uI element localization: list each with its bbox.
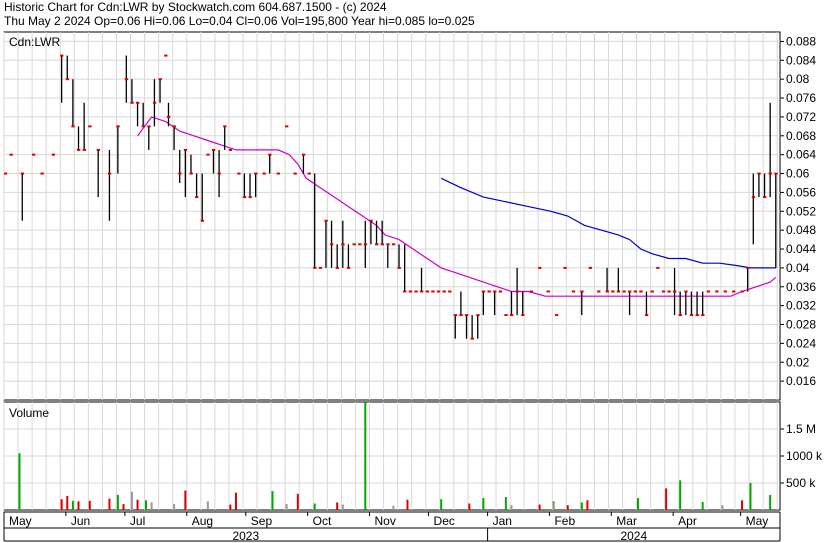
y-tick-label: 0.02	[786, 355, 810, 369]
volume-tick-label: 500 k	[786, 476, 816, 490]
x-tick-label: Mar	[616, 514, 637, 528]
x-tick-label: Jun	[71, 514, 90, 528]
x-tick-label: Aug	[192, 514, 213, 528]
y-tick-label: 0.036	[786, 280, 816, 294]
stock-chart: 0.088 0.084 0.08 0.076 0.072 0.068 0.064 0.06 0.…	[3, 31, 823, 543]
y-tick-label: 0.084	[786, 53, 816, 67]
x-tick-label: May	[746, 514, 769, 528]
volume-panel-title: Volume	[9, 406, 49, 420]
x-tick-label: Nov	[375, 514, 396, 528]
y-tick-label: 0.06	[786, 167, 810, 181]
price-panel-title: Cdn:LWR	[9, 35, 60, 49]
x-tick-label: Jul	[130, 514, 145, 528]
x-tick-label: Sep	[251, 514, 273, 528]
y-tick-label: 0.072	[786, 110, 816, 124]
y-tick-label: 0.04	[786, 261, 810, 275]
x-tick-label: Feb	[554, 514, 575, 528]
chart-window: Historic Chart for Cdn:LWR by Stockwatch…	[0, 0, 830, 543]
x-tick-label: Dec	[434, 514, 455, 528]
y-tick-label: 0.052	[786, 204, 816, 218]
x-tick-label: Apr	[678, 514, 697, 528]
price-panel-frame	[3, 31, 781, 401]
year-label: 2023	[232, 529, 259, 543]
y-tick-label: 0.068	[786, 129, 816, 143]
y-tick-label: 0.028	[786, 318, 816, 332]
y-tick-label: 0.044	[786, 242, 816, 256]
y-tick-label: 0.032	[786, 299, 816, 313]
volume-tick-label: 1000 k	[786, 449, 823, 463]
y-tick-label: 0.016	[786, 374, 816, 388]
x-tick-label: Oct	[313, 514, 332, 528]
y-tick-label: 0.048	[786, 223, 816, 237]
y-tick-label: 0.076	[786, 91, 816, 105]
year-label: 2024	[620, 529, 647, 543]
y-tick-label: 0.056	[786, 185, 816, 199]
y-tick-label: 0.088	[786, 34, 816, 48]
y-tick-label: 0.064	[786, 148, 816, 162]
x-tick-label: May	[9, 514, 32, 528]
x-tick-label: Jan	[493, 514, 512, 528]
y-tick-label: 0.08	[786, 72, 810, 86]
y-tick-label: 0.024	[786, 336, 816, 350]
volume-tick-label: 1.5 M	[786, 422, 816, 436]
